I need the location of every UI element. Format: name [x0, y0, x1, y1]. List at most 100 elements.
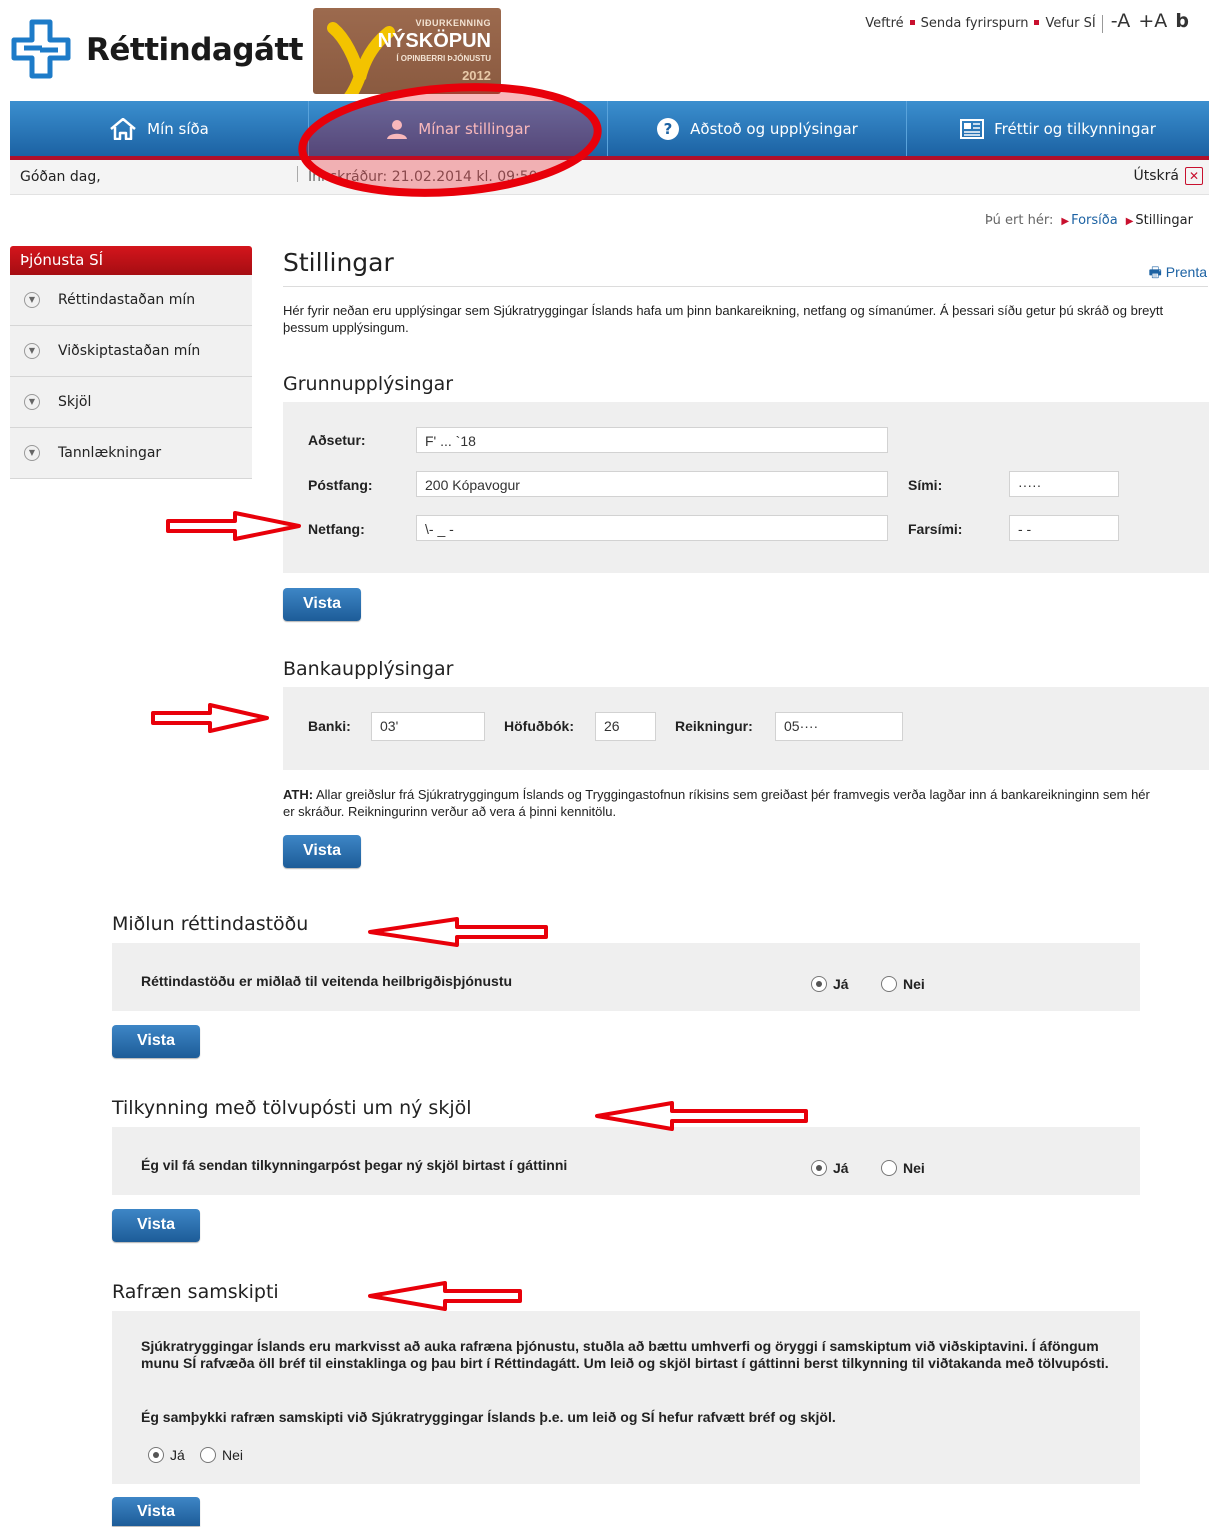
mediation-text: Réttindastöðu er miðlað til veitenda hei…: [141, 973, 513, 989]
radio-label: Nei: [903, 975, 925, 992]
nav-item-help[interactable]: ? Aðstoð og upplýsingar: [608, 101, 906, 156]
sidebar-item-label: Viðskiptastaðan mín: [58, 343, 201, 359]
printer-icon: 🖶: [1148, 264, 1162, 280]
greeting-text: Góðan dag,: [20, 169, 101, 185]
save-email-notify-button[interactable]: Vista: [112, 1209, 200, 1242]
phone-label: Sími:: [908, 477, 943, 493]
help-icon: ?: [657, 117, 680, 140]
logout-link[interactable]: Útskrá: [1134, 168, 1179, 184]
radio-no[interactable]: [200, 1446, 216, 1463]
mediation-yes-option[interactable]: Já: [811, 975, 849, 993]
radio-label: Já: [833, 1159, 849, 1176]
sidebar-item-documents[interactable]: ▼ Skjöl: [10, 377, 252, 428]
send-inquiry-link[interactable]: Senda fyrirspurn: [921, 16, 1029, 31]
electronic-text: Sjúkratryggingar Íslands eru markvisst a…: [141, 1338, 1109, 1371]
nav-item-label: Aðstoð og upplýsingar: [690, 119, 858, 138]
postal-field[interactable]: 200 Kópavogur: [416, 471, 888, 497]
postal-label: Póstfang:: [308, 477, 373, 493]
mediation-heading: Miðlun réttindastöðu: [112, 913, 309, 935]
radio-no[interactable]: [881, 975, 897, 992]
electronic-no-option[interactable]: Nei: [200, 1446, 243, 1464]
title-divider: [283, 286, 1208, 287]
chevron-down-icon: ▼: [24, 292, 40, 308]
save-electronic-button[interactable]: Vista: [112, 1497, 200, 1526]
print-label: Prenta: [1165, 264, 1207, 280]
top-links: Veftré Senda fyrirspurn Vefur SÍ -A +A b: [865, 10, 1189, 33]
separator: [909, 20, 915, 25]
email-field[interactable]: \- _ -: [416, 515, 888, 541]
electronic-yes-option[interactable]: Já: [148, 1446, 185, 1464]
intro-text: Hér fyrir neðan eru upplýsingar sem Sjúk…: [283, 303, 1164, 335]
account-field[interactable]: 05····: [775, 712, 903, 741]
breadcrumb: Þú ert hér: ▶ Forsíða ▶ Stillingar: [985, 213, 1193, 228]
nav-item-label: Mín síða: [147, 119, 209, 138]
radio-label: Já: [170, 1446, 185, 1463]
news-icon: [960, 118, 985, 139]
nav-item-label: Fréttir og tilkynningar: [994, 119, 1156, 138]
breadcrumb-home-link[interactable]: Forsíða: [1071, 213, 1118, 228]
sidebar-title: Þjónusta SÍ: [10, 246, 252, 275]
phone-field[interactable]: ·····: [1009, 471, 1119, 497]
electronic-consent: Ég samþykki rafræn samskipti við Sjúkrat…: [141, 1409, 836, 1425]
arrow-left-annotation: [368, 917, 548, 947]
separator: [1034, 20, 1040, 25]
email-notify-no-option[interactable]: Nei: [881, 1159, 925, 1177]
chevron-down-icon: ▼: [24, 445, 40, 461]
email-notify-text: Ég vil fá sendan tilkynningarpóst þegar …: [141, 1157, 568, 1173]
electronic-heading: Rafræn samskipti: [112, 1281, 279, 1303]
mediation-no-option[interactable]: Nei: [881, 975, 925, 993]
font-decrease-button[interactable]: -A: [1111, 10, 1130, 32]
bank-info-heading: Bankaupplýsingar: [283, 658, 454, 680]
mobile-label: Farsími:: [908, 521, 963, 537]
nav-item-news[interactable]: Fréttir og tilkynningar: [907, 101, 1209, 156]
contrast-button[interactable]: b: [1175, 10, 1189, 32]
email-notify-heading: Tilkynning með tölvupósti um ný skjöl: [112, 1097, 472, 1119]
font-increase-button[interactable]: +A: [1138, 10, 1167, 32]
bank-field[interactable]: 03': [371, 712, 485, 741]
svg-text:?: ?: [664, 120, 673, 138]
radio-no[interactable]: [881, 1159, 897, 1176]
sidebar-item-dentistry[interactable]: ▼ Tannlækningar: [10, 428, 252, 479]
save-bank-button[interactable]: Vista: [283, 835, 361, 868]
radio-yes[interactable]: [811, 1159, 827, 1176]
sidebar-item-business-status[interactable]: ▼ Viðskiptastaðan mín: [10, 326, 252, 377]
red-circle-annotation: [298, 83, 602, 197]
radio-yes[interactable]: [148, 1446, 164, 1463]
sitemap-link[interactable]: Veftré: [865, 16, 903, 31]
electronic-panel: [112, 1311, 1140, 1484]
address-field[interactable]: F' ... `18: [416, 427, 888, 453]
chevron-down-icon: ▼: [24, 394, 40, 410]
arrow-left-annotation: [595, 1101, 808, 1131]
divider: [1101, 14, 1103, 33]
nav-item-my-page[interactable]: Mín síða: [10, 101, 308, 156]
sidebar-item-label: Skjöl: [58, 394, 92, 410]
sidebar-item-label: Réttindastaðan mín: [58, 292, 196, 308]
logo-text[interactable]: Réttindagátt: [86, 32, 304, 68]
page-title: Stillingar: [283, 248, 394, 277]
ledger-label: Höfuðbók:: [504, 718, 574, 734]
radio-label: Já: [833, 975, 849, 992]
arrow-left-annotation: [368, 1281, 522, 1311]
basic-info-heading: Grunnupplýsingar: [283, 373, 454, 395]
arrow-right-annotation: [166, 511, 301, 541]
si-website-link[interactable]: Vefur SÍ: [1045, 16, 1095, 31]
mobile-field[interactable]: - -: [1009, 515, 1119, 541]
save-basic-button[interactable]: Vista: [283, 588, 361, 621]
radio-label: Nei: [222, 1446, 244, 1463]
bank-note-text: Allar greiðslur frá Sjúkratryggingum Ísl…: [283, 787, 1150, 819]
badge-line2: NÝSKÖPUN: [377, 30, 491, 52]
email-notify-yes-option[interactable]: Já: [811, 1159, 849, 1177]
close-icon[interactable]: ✕: [1185, 167, 1203, 185]
sidebar-item-rights-status[interactable]: ▼ Réttindastaðan mín: [10, 275, 252, 326]
breadcrumb-current: Stillingar: [1135, 213, 1193, 228]
chevron-right-icon: ▶: [1125, 216, 1134, 227]
account-label: Reikningur:: [675, 718, 753, 734]
save-mediation-button[interactable]: Vista: [112, 1025, 200, 1058]
bank-note: ATH: Allar greiðslur frá Sjúkratryggingu…: [283, 786, 1163, 820]
chevron-right-icon: ▶: [1061, 216, 1070, 227]
radio-yes[interactable]: [811, 975, 827, 992]
print-link[interactable]: 🖶 Prenta: [1149, 262, 1207, 286]
ledger-field[interactable]: 26: [595, 712, 656, 741]
logo-icon: [10, 18, 72, 80]
home-icon: [110, 117, 136, 140]
